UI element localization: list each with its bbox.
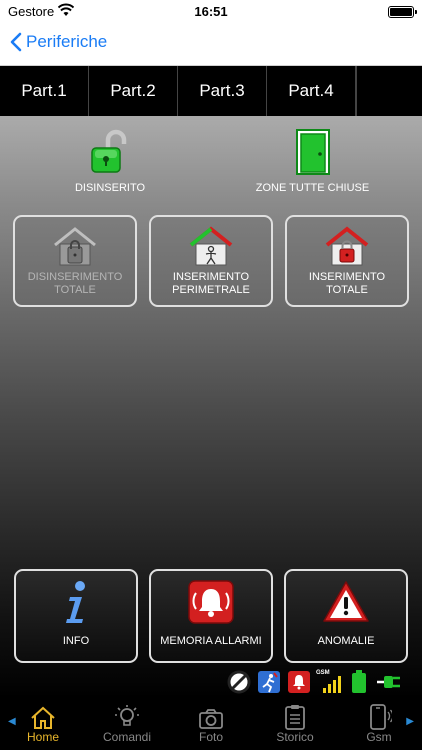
clipboard-icon	[260, 702, 330, 730]
info-icon	[16, 579, 136, 625]
tab-filler	[356, 66, 422, 116]
runner-icon	[256, 670, 282, 694]
tabbar-gsm-label: Gsm	[366, 730, 392, 744]
info-label: INFO	[62, 635, 90, 647]
battery-level-icon	[346, 670, 372, 694]
disarm-total-button[interactable]: DISINSERIMENTO TOTALE	[13, 215, 137, 307]
tabbar-photos[interactable]: Foto	[176, 702, 246, 744]
tabbar-home-label: Home	[26, 730, 59, 744]
arm-status-label: DISINSERITO	[74, 182, 146, 194]
anomalies-button[interactable]: ANOMALIE	[284, 569, 408, 663]
power-plug-icon	[376, 670, 402, 694]
anomalies-label: ANOMALIE	[317, 635, 375, 647]
house-person-icon	[151, 225, 271, 267]
tab-part-4[interactable]: Part.4	[267, 66, 356, 116]
info-button[interactable]: INFO	[14, 569, 138, 663]
navigation-bar: Periferiche	[0, 24, 422, 66]
bottom-tab-bar: ◀ ▶ Home Comandi Foto Storico Gsm	[0, 698, 422, 750]
bell-icon	[286, 670, 312, 694]
home-icon	[8, 702, 78, 730]
battery-icon	[388, 6, 417, 18]
main-panel: Part.1 Part.2 Part.3 Part.4 DISINSERITO	[0, 66, 422, 698]
arm-perimeter-label: INSERIMENTO PERIMETRALE	[172, 271, 250, 296]
back-button[interactable]: Periferiche	[10, 32, 107, 52]
tabbar-photos-label: Foto	[198, 730, 223, 744]
closed-door-icon	[240, 128, 385, 176]
unlocked-padlock-icon	[60, 128, 160, 176]
gsm-badge: GSM	[316, 670, 330, 676]
tab-part-3[interactable]: Part.3	[178, 66, 267, 116]
phone-icon	[344, 702, 414, 730]
alarm-memory-button[interactable]: MEMORIA ALLARMI	[149, 569, 273, 663]
tabbar-gsm[interactable]: Gsm	[344, 702, 414, 744]
gsm-signal-icon: GSM	[316, 670, 342, 694]
status-bar: Gestore 16:51	[0, 0, 422, 24]
tabbar-commands-label: Comandi	[102, 730, 152, 744]
prohibited-icon	[226, 670, 252, 694]
partition-tabs: Part.1 Part.2 Part.3 Part.4	[0, 66, 422, 116]
clock: 16:51	[194, 4, 228, 19]
tabbar-history[interactable]: Storico	[260, 702, 330, 744]
camera-icon	[176, 702, 246, 730]
zones-status: ZONE TUTTE CHIUSE	[240, 128, 385, 194]
tabbar-commands[interactable]: Comandi	[92, 702, 162, 744]
system-status-icons: GSM	[226, 670, 402, 694]
tab-part-1[interactable]: Part.1	[0, 66, 89, 116]
lightbulb-icon	[92, 702, 162, 730]
warning-triangle-icon	[286, 579, 406, 625]
tabbar-history-label: Storico	[276, 730, 314, 744]
arm-perimeter-button[interactable]: INSERIMENTO PERIMETRALE	[149, 215, 273, 307]
disarm-total-label: DISINSERIMENTO TOTALE	[27, 271, 123, 296]
house-locked-icon	[287, 225, 407, 267]
tabbar-home[interactable]: Home	[8, 702, 78, 744]
chevron-left-icon	[10, 32, 22, 52]
back-label: Periferiche	[26, 32, 108, 51]
arm-total-button[interactable]: INSERIMENTO TOTALE	[285, 215, 409, 307]
house-unlocked-icon	[15, 225, 135, 267]
arm-total-label: INSERIMENTO TOTALE	[308, 271, 386, 296]
zones-status-label: ZONE TUTTE CHIUSE	[255, 182, 370, 194]
alarm-memory-label: MEMORIA ALLARMI	[160, 635, 262, 647]
tab-part-2[interactable]: Part.2	[89, 66, 178, 116]
alarm-bell-icon	[151, 579, 271, 625]
arm-status: DISINSERITO	[60, 128, 160, 194]
